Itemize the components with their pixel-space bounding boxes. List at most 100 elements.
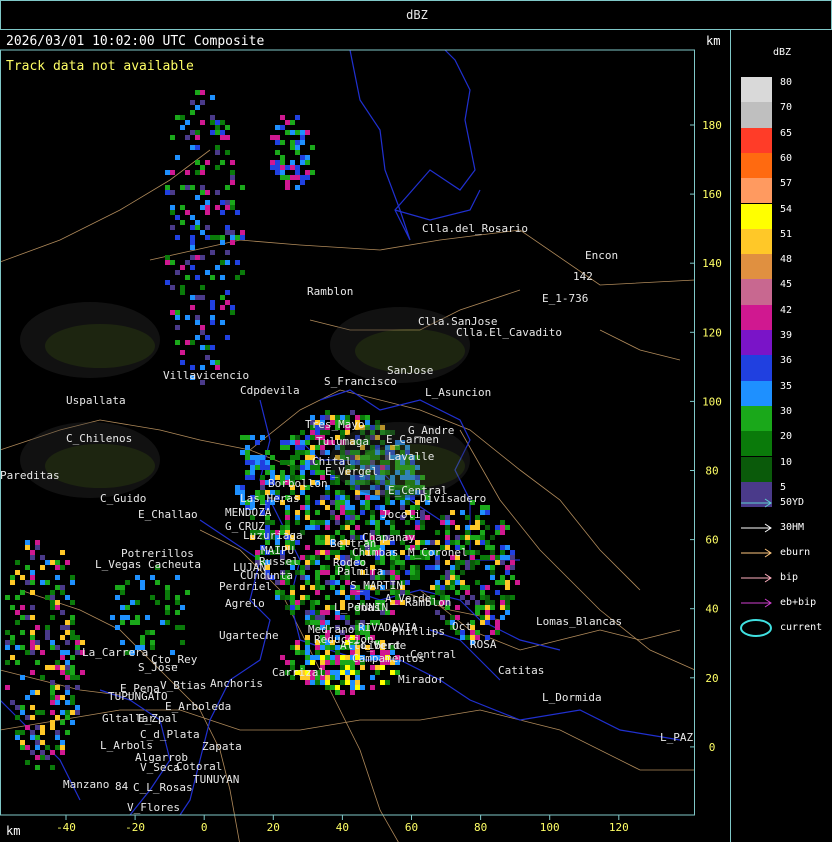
echo-pixel	[30, 730, 35, 735]
echo-pixel	[505, 580, 510, 585]
echo-pixel	[350, 595, 355, 600]
echo-pixel	[490, 630, 495, 635]
echo-pixel	[295, 640, 300, 645]
y-axis-unit: km	[706, 34, 721, 48]
echo-pixel	[220, 320, 225, 325]
echo-pixel	[480, 510, 485, 515]
echo-pixel	[230, 170, 235, 175]
echo-pixel	[210, 95, 215, 100]
echo-pixel	[500, 560, 505, 565]
echo-pixel	[220, 240, 225, 245]
echo-pixel	[40, 555, 45, 560]
echo-pixel	[20, 615, 25, 620]
echo-pixel	[165, 170, 170, 175]
echo-pixel	[400, 500, 405, 505]
echo-pixel	[270, 160, 275, 165]
echo-pixel	[80, 670, 85, 675]
echo-pixel	[70, 600, 75, 605]
echo-pixel	[30, 555, 35, 560]
echo-pixel	[285, 520, 290, 525]
place-label: TUPUNGATO	[108, 690, 168, 703]
echo-pixel	[120, 590, 125, 595]
place-label: La_Carrera	[82, 646, 148, 659]
echo-pixel	[310, 600, 315, 605]
echo-pixel	[320, 540, 325, 545]
echo-pixel	[445, 585, 450, 590]
echo-pixel	[480, 530, 485, 535]
echo-pixel	[395, 560, 400, 565]
echo-pixel	[230, 175, 235, 180]
echo-pixel	[165, 605, 170, 610]
echo-pixel	[180, 185, 185, 190]
echo-pixel	[440, 615, 445, 620]
echo-pixel	[345, 495, 350, 500]
echo-pixel	[35, 545, 40, 550]
echo-pixel	[290, 145, 295, 150]
echo-pixel	[300, 490, 305, 495]
place-label: Perdriel	[219, 580, 272, 593]
echo-pixel	[75, 705, 80, 710]
echo-pixel	[45, 625, 50, 630]
echo-pixel	[495, 620, 500, 625]
echo-pixel	[210, 235, 215, 240]
echo-pixel	[380, 665, 385, 670]
echo-pixel	[350, 520, 355, 525]
echo-pixel	[485, 615, 490, 620]
echo-pixel	[475, 630, 480, 635]
place-label: Cotoral	[176, 760, 222, 773]
echo-pixel	[315, 610, 320, 615]
echo-pixel	[355, 680, 360, 685]
echo-pixel	[285, 605, 290, 610]
echo-pixel	[475, 560, 480, 565]
echo-pixel	[340, 585, 345, 590]
echo-pixel	[175, 600, 180, 605]
place-label: E_Challao	[138, 508, 198, 521]
echo-pixel	[220, 305, 225, 310]
echo-pixel	[55, 735, 60, 740]
echo-pixel	[170, 170, 175, 175]
echo-pixel	[495, 560, 500, 565]
echo-pixel	[340, 590, 345, 595]
echo-pixel	[125, 615, 130, 620]
echo-pixel	[290, 590, 295, 595]
echo-pixel	[325, 570, 330, 575]
echo-pixel	[70, 580, 75, 585]
echo-pixel	[510, 555, 515, 560]
echo-pixel	[330, 515, 335, 520]
echo-pixel	[135, 575, 140, 580]
echo-pixel	[345, 660, 350, 665]
window-title: dBZ	[406, 8, 428, 22]
echo-pixel	[370, 675, 375, 680]
echo-pixel	[195, 220, 200, 225]
echo-pixel	[20, 645, 25, 650]
echo-pixel	[260, 475, 265, 480]
echo-pixel	[315, 580, 320, 585]
echo-pixel	[70, 665, 75, 670]
echo-pixel	[235, 485, 240, 490]
echo-pixel	[450, 570, 455, 575]
echo-pixel	[70, 670, 75, 675]
place-label: Zapata	[202, 740, 242, 753]
place-label: C_L_Rosas	[133, 781, 193, 794]
echo-pixel	[165, 190, 170, 195]
echo-pixel	[50, 720, 55, 725]
echo-pixel	[185, 135, 190, 140]
echo-pixel	[190, 340, 195, 345]
echo-pixel	[305, 565, 310, 570]
echo-pixel	[285, 660, 290, 665]
echo-pixel	[465, 515, 470, 520]
echo-pixel	[505, 525, 510, 530]
echo-pixel	[45, 560, 50, 565]
echo-pixel	[295, 645, 300, 650]
echo-pixel	[60, 740, 65, 745]
radar-map[interactable]: Clla.del_Rosario Encon 142 E_1-736 Ramblon Cl…	[0, 30, 730, 842]
echo-pixel	[275, 160, 280, 165]
echo-pixel	[310, 520, 315, 525]
echo-pixel	[305, 170, 310, 175]
echo-pixel	[65, 560, 70, 565]
place-label: Oct	[452, 620, 472, 633]
echo-pixel	[190, 265, 195, 270]
echo-pixel	[440, 585, 445, 590]
echo-pixel	[290, 595, 295, 600]
echo-pixel	[50, 680, 55, 685]
